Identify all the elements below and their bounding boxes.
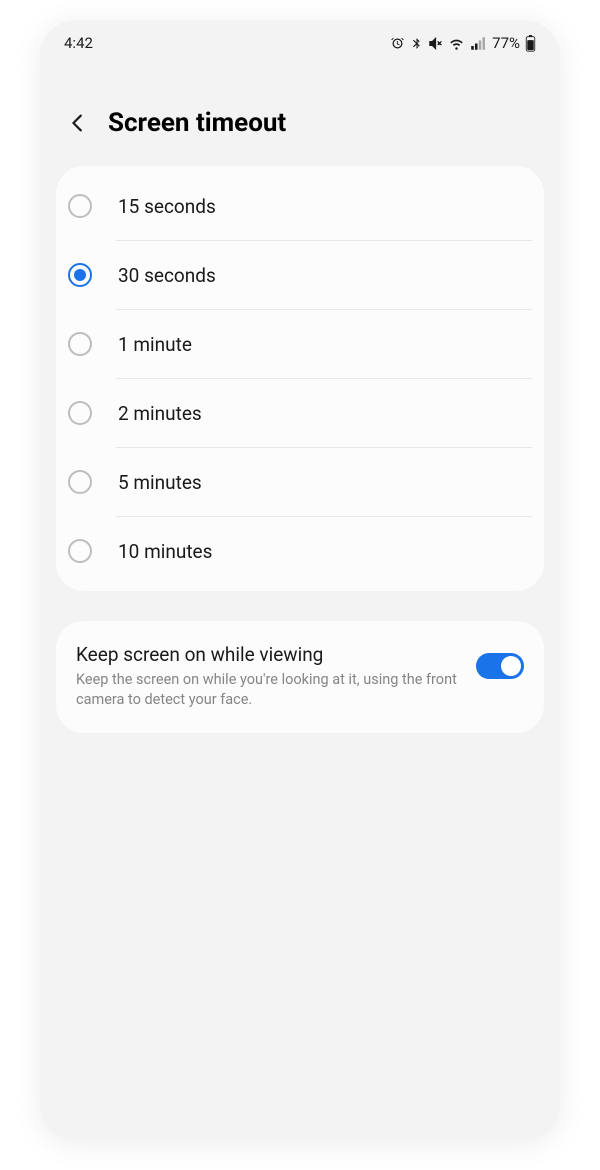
status-bar: 4:42 77% <box>40 20 560 60</box>
battery-icon <box>525 35 536 52</box>
status-time: 4:42 <box>64 34 93 52</box>
signal-icon <box>470 36 485 51</box>
keep-screen-title: Keep screen on while viewing <box>76 643 462 666</box>
radio-icon <box>68 539 92 563</box>
timeout-option-2m[interactable]: 2 minutes <box>56 379 544 447</box>
mute-icon <box>428 36 443 51</box>
page-title: Screen timeout <box>108 108 286 138</box>
keep-screen-toggle[interactable] <box>476 653 524 679</box>
back-icon[interactable] <box>64 109 92 137</box>
radio-icon <box>68 332 92 356</box>
keep-screen-card: Keep screen on while viewing Keep the sc… <box>56 621 544 733</box>
battery-percentage: 77% <box>492 34 520 52</box>
keep-screen-text: Keep screen on while viewing Keep the sc… <box>76 643 462 711</box>
timeout-option-15s[interactable]: 15 seconds <box>56 172 544 240</box>
page-header: Screen timeout <box>40 60 560 160</box>
option-label: 5 minutes <box>118 471 524 494</box>
status-indicators: 77% <box>390 34 536 52</box>
radio-icon-selected <box>68 263 92 287</box>
timeout-option-5m[interactable]: 5 minutes <box>56 448 544 516</box>
keep-screen-description: Keep the screen on while you're looking … <box>76 670 462 711</box>
radio-icon <box>68 470 92 494</box>
timeout-option-1m[interactable]: 1 minute <box>56 310 544 378</box>
option-label: 2 minutes <box>118 402 524 425</box>
timeout-option-10m[interactable]: 10 minutes <box>56 517 544 585</box>
bluetooth-icon <box>410 36 423 51</box>
option-label: 15 seconds <box>118 195 524 218</box>
timeout-options-card: 15 seconds 30 seconds 1 minute 2 minutes… <box>56 166 544 591</box>
phone-frame: 4:42 77% Screen ti <box>40 20 560 1140</box>
alarm-icon <box>390 36 405 51</box>
radio-icon <box>68 401 92 425</box>
option-label: 10 minutes <box>118 540 524 563</box>
option-label: 30 seconds <box>118 264 524 287</box>
option-label: 1 minute <box>118 333 524 356</box>
wifi-icon <box>448 36 465 51</box>
timeout-option-30s[interactable]: 30 seconds <box>56 241 544 309</box>
radio-icon <box>68 194 92 218</box>
